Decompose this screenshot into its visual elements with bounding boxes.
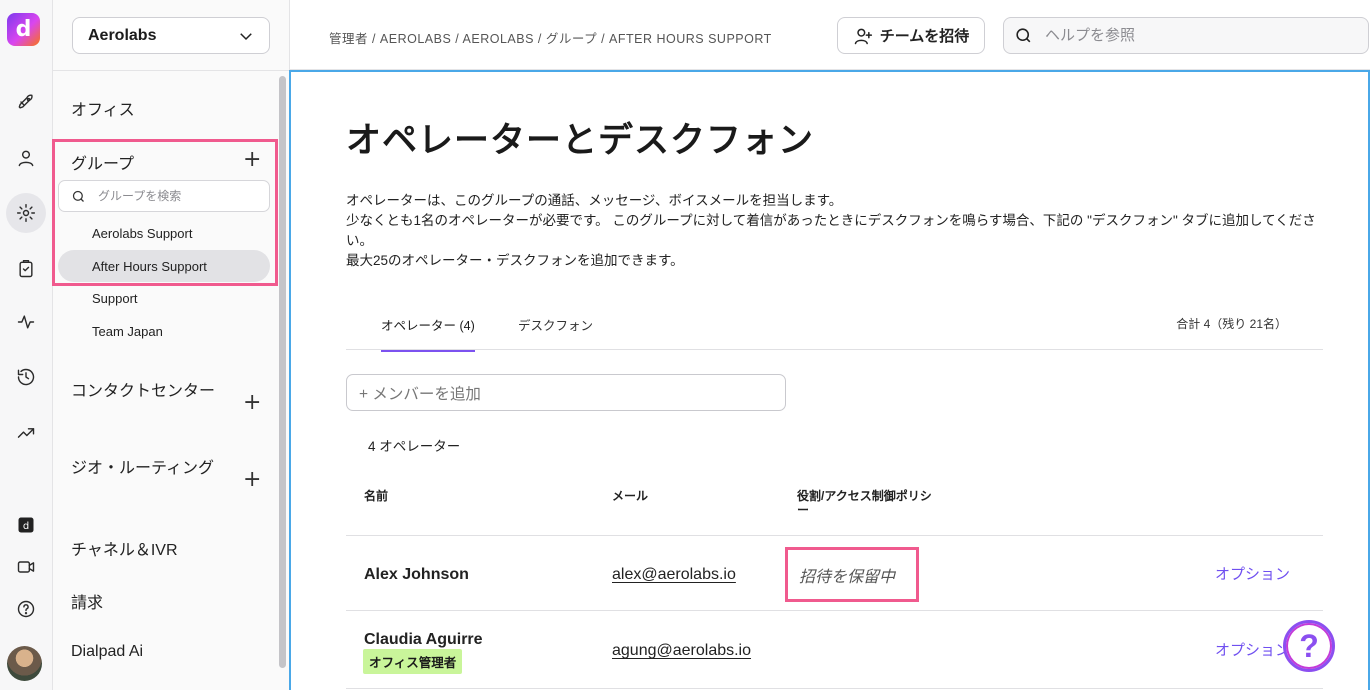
search-icon <box>72 190 84 202</box>
operator-count: 4 オペレーター <box>368 439 461 454</box>
top-header: 管理者 / AEROLABS / AEROLABS / グループ / AFTER… <box>290 0 1370 70</box>
group-item-active[interactable]: After Hours Support <box>58 250 270 282</box>
main-panel: オペレーターとデスクフォン オペレーターは、このグループの通話、メッセージ、ボイ… <box>289 70 1370 690</box>
description-line: オペレーターは、このグループの通話、メッセージ、ボイスメールを担当します。 <box>346 193 843 208</box>
group-item[interactable]: Team Japan <box>58 315 270 347</box>
column-header-name: 名前 <box>364 489 389 503</box>
description-line: 最大25のオペレーター・デスクフォンを追加できます。 <box>346 253 684 268</box>
breadcrumb: 管理者 / AEROLABS / AEROLABS / グループ / AFTER… <box>329 32 772 46</box>
tab-bar: オペレーター (4) デスクフォン 合計 4（残り 21名） <box>346 311 1323 352</box>
chevron-down-icon <box>240 32 252 40</box>
settings-sidebar: Aerolabs オフィス グループ + Aerolabs Support Af… <box>52 0 290 690</box>
page-title: オペレーターとデスクフォン <box>346 121 815 160</box>
column-header-role: 役割/アクセス制御ポリシー <box>797 489 932 517</box>
table-divider <box>346 535 1323 536</box>
add-user-icon <box>854 28 872 44</box>
table-row-email[interactable]: agung@aerolabs.io <box>612 642 751 660</box>
trending-icon[interactable] <box>6 413 46 453</box>
help-search-field[interactable] <box>1003 17 1369 54</box>
tab-deskphones[interactable]: デスクフォン <box>518 315 593 350</box>
sidebar-item-groups[interactable]: グループ <box>71 150 134 174</box>
table-divider <box>346 688 1323 689</box>
options-link[interactable]: オプション <box>1215 563 1290 584</box>
add-member-input[interactable]: + メンバーを追加 <box>346 374 786 411</box>
description-line: 少なくとも1名のオペレーターが必要です。 このグループに対して着信があったときに… <box>346 213 1316 248</box>
invite-team-label: チームを招待 <box>879 28 970 45</box>
total-count: 合計 4（残り 21名） <box>1176 317 1287 331</box>
help-circle-icon[interactable] <box>6 589 46 629</box>
help-fab-button[interactable]: ? <box>1283 620 1335 672</box>
clipboard-icon[interactable] <box>6 249 46 289</box>
table-row-name: Claudia Aguirre <box>364 631 483 648</box>
page-description: オペレーターは、このグループの通話、メッセージ、ボイスメールを担当します。 少な… <box>346 191 1336 271</box>
group-item[interactable]: Aerolabs Support <box>58 217 270 249</box>
org-name: Aerolabs <box>88 26 157 44</box>
group-item[interactable]: Support <box>58 282 270 314</box>
add-geo-routing-plus-icon[interactable]: + <box>243 469 261 491</box>
tab-operators[interactable]: オペレーター (4) <box>381 315 475 352</box>
group-search-field[interactable] <box>58 180 270 212</box>
org-selector[interactable]: Aerolabs <box>72 17 270 54</box>
dialpad-ai-icon[interactable]: d <box>6 505 46 545</box>
person-icon[interactable] <box>6 138 46 178</box>
history-icon[interactable] <box>6 357 46 397</box>
options-link[interactable]: オプション <box>1215 639 1290 660</box>
video-icon[interactable] <box>6 547 46 587</box>
sidebar-item-office[interactable]: オフィス <box>71 96 135 120</box>
avatar[interactable] <box>7 646 42 681</box>
role-badge: オフィス管理者 <box>363 649 463 674</box>
sidebar-scrollbar[interactable] <box>279 76 286 668</box>
search-icon <box>1016 28 1031 43</box>
gear-icon[interactable] <box>6 193 46 233</box>
app-rail: d d <box>0 0 53 690</box>
invite-team-button[interactable]: チームを招待 <box>837 17 985 54</box>
activity-icon[interactable] <box>6 302 46 342</box>
sidebar-item-geo-routing[interactable]: ジオ・ルーティング <box>71 458 221 480</box>
column-header-email: メール <box>612 489 649 503</box>
sidebar-item-dialpad-ai[interactable]: Dialpad Ai <box>71 643 143 661</box>
sidebar-item-contact-center[interactable]: コンタクトセンター <box>71 381 221 403</box>
sidebar-item-channels-ivr[interactable]: チャネル＆IVR <box>71 536 178 560</box>
table-row-name: Alex Johnson <box>364 566 469 583</box>
sidebar-item-billing[interactable]: 請求 <box>71 589 103 613</box>
svg-text:d: d <box>23 521 29 532</box>
group-search-input[interactable] <box>98 189 258 203</box>
rocket-icon[interactable] <box>6 82 46 122</box>
table-row-email[interactable]: alex@aerolabs.io <box>612 566 736 584</box>
pending-invite-status: 招待を保留中 <box>785 547 919 602</box>
dialpad-logo[interactable]: d <box>7 13 40 46</box>
add-contact-center-plus-icon[interactable]: + <box>243 392 261 414</box>
add-group-plus-icon[interactable]: + <box>243 149 261 171</box>
help-search-input[interactable] <box>1045 27 1345 44</box>
table-divider <box>346 610 1323 611</box>
